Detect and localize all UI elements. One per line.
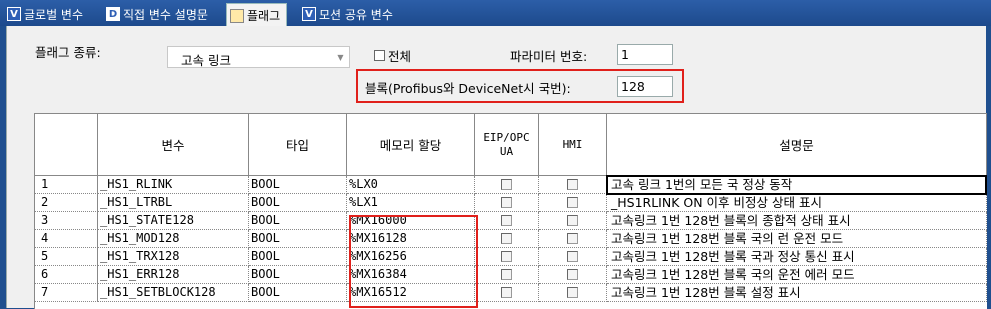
tab-label: 직접 변수 설명문 [123, 7, 208, 22]
tab-flags[interactable]: 플래그 [226, 3, 288, 27]
table-row[interactable]: 4 _HS1_MOD128 BOOL %MX16128 고속링크 1번 128번… [35, 230, 987, 248]
row-number: 2 [35, 194, 98, 212]
cell-variable[interactable]: _HS1_STATE128 [98, 212, 249, 230]
table-row[interactable]: 6 _HS1_ERR128 BOOL %MX16384 고속링크 1번 128번… [35, 266, 987, 284]
tab-label: 모션 공유 변수 [319, 7, 393, 22]
tab-global-variables[interactable]: V 글로벌 변수 [4, 4, 83, 24]
col-header-hmi[interactable]: HMI [539, 114, 607, 176]
cell-type[interactable]: BOOL [249, 194, 347, 212]
variable-icon: V [302, 7, 316, 21]
cell-description[interactable]: 고속링크 1번 128번 블록의 종합적 상태 표시 [607, 212, 987, 230]
cell-description[interactable]: _HS1RLINK ON 이후 비정상 상태 표시 [607, 194, 987, 212]
flag-panel: 플래그 종류: 고속 링크 ▼ 전체 파라미터 번호: 1 블록(Profibu… [6, 26, 987, 309]
cell-memory[interactable]: %MX16384 [347, 266, 475, 284]
col-header-description[interactable]: 설명문 [607, 114, 987, 176]
cell-variable[interactable]: _HS1_RLINK [98, 176, 249, 194]
col-header-memory[interactable]: 메모리 할당 [347, 114, 475, 176]
cell-hmi-checkbox[interactable] [539, 194, 607, 212]
row-number: 5 [35, 248, 98, 266]
cell-description[interactable]: 고속링크 1번 128번 블록 국의 운전 에러 모드 [607, 266, 987, 284]
cell-hmi-checkbox[interactable] [539, 230, 607, 248]
col-header-variable[interactable]: 변수 [98, 114, 249, 176]
flag-table: 변수 타입 메모리 할당 EIP/OPC UA HMI 설명문 1 _HS1_R… [34, 113, 987, 309]
cell-eip-checkbox[interactable] [475, 230, 539, 248]
cell-variable[interactable]: _HS1_TRX128 [98, 248, 249, 266]
variable-icon: V [7, 7, 21, 21]
cell-type[interactable]: BOOL [249, 176, 347, 194]
row-number: 6 [35, 266, 98, 284]
tab-label: 플래그 [247, 9, 281, 23]
block-label: 블록(Profibus와 DeviceNet시 국번): [365, 81, 571, 96]
param-number-label: 파라미터 번호: [510, 49, 588, 64]
flag-type-select[interactable]: 고속 링크 ▼ [167, 46, 350, 68]
flag-type-value: 고속 링크 [181, 53, 231, 68]
cell-memory[interactable]: %LX0 [347, 176, 475, 194]
all-checkbox[interactable] [374, 50, 385, 61]
cell-type[interactable]: BOOL [249, 284, 347, 302]
chevron-down-icon[interactable]: ▼ [332, 47, 349, 67]
cell-memory[interactable]: %LX1 [347, 194, 475, 212]
cell-type[interactable]: BOOL [249, 248, 347, 266]
cell-hmi-checkbox[interactable] [539, 284, 607, 302]
cell-type[interactable]: BOOL [249, 266, 347, 284]
row-header-corner [35, 114, 98, 176]
cell-hmi-checkbox[interactable] [539, 176, 607, 194]
cell-eip-checkbox[interactable] [475, 284, 539, 302]
flag-icon [230, 8, 244, 23]
cell-hmi-checkbox[interactable] [539, 212, 607, 230]
cell-variable[interactable]: _HS1_LTRBL [98, 194, 249, 212]
tab-direct-variable-comments[interactable]: D 직접 변수 설명문 [103, 4, 208, 24]
cell-memory[interactable]: %MX16000 [347, 212, 475, 230]
cell-type[interactable]: BOOL [249, 230, 347, 248]
table-row[interactable]: 3 _HS1_STATE128 BOOL %MX16000 고속링크 1번 12… [35, 212, 987, 230]
cell-hmi-checkbox[interactable] [539, 248, 607, 266]
row-number: 3 [35, 212, 98, 230]
cell-variable[interactable]: _HS1_SETBLOCK128 [98, 284, 249, 302]
cell-hmi-checkbox[interactable] [539, 266, 607, 284]
tab-label: 글로벌 변수 [24, 7, 84, 22]
selected-cell-outline [606, 175, 987, 195]
table-row[interactable]: 5 _HS1_TRX128 BOOL %MX16256 고속링크 1번 128번… [35, 248, 987, 266]
cell-eip-checkbox[interactable] [475, 176, 539, 194]
cell-variable[interactable]: _HS1_MOD128 [98, 230, 249, 248]
cell-memory[interactable]: %MX16128 [347, 230, 475, 248]
cell-eip-checkbox[interactable] [475, 248, 539, 266]
col-header-type[interactable]: 타입 [249, 114, 347, 176]
cell-eip-checkbox[interactable] [475, 266, 539, 284]
param-number-input[interactable]: 1 [617, 44, 673, 65]
block-input[interactable]: 128 [617, 76, 673, 97]
row-number: 1 [35, 176, 98, 194]
table-row[interactable]: 7 _HS1_SETBLOCK128 BOOL %MX16512 고속링크 1번… [35, 284, 987, 302]
cell-memory[interactable]: %MX16256 [347, 248, 475, 266]
cell-variable[interactable]: _HS1_ERR128 [98, 266, 249, 284]
tab-bar: V 글로벌 변수 D 직접 변수 설명문 플래그 V 모션 공유 변수 [0, 0, 991, 27]
all-label: 전체 [388, 49, 412, 64]
cell-eip-checkbox[interactable] [475, 212, 539, 230]
cell-description[interactable]: 고속링크 1번 128번 블록 국과 정상 통신 표시 [607, 248, 987, 266]
col-header-eip-opc-ua[interactable]: EIP/OPC UA [475, 114, 539, 176]
table-row[interactable]: 2 _HS1_LTRBL BOOL %LX1 _HS1RLINK ON 이후 비… [35, 194, 987, 212]
row-number: 7 [35, 284, 98, 302]
tab-motion-shared-variables[interactable]: V 모션 공유 변수 [299, 4, 393, 24]
cell-memory[interactable]: %MX16512 [347, 284, 475, 302]
direct-variable-icon: D [106, 7, 120, 21]
cell-description[interactable]: 고속링크 1번 128번 블록 설정 표시 [607, 284, 987, 302]
flag-type-label: 플래그 종류: [35, 45, 101, 60]
cell-description[interactable]: 고속링크 1번 128번 블록 국의 런 운전 모드 [607, 230, 987, 248]
cell-type[interactable]: BOOL [249, 212, 347, 230]
row-number: 4 [35, 230, 98, 248]
cell-eip-checkbox[interactable] [475, 194, 539, 212]
